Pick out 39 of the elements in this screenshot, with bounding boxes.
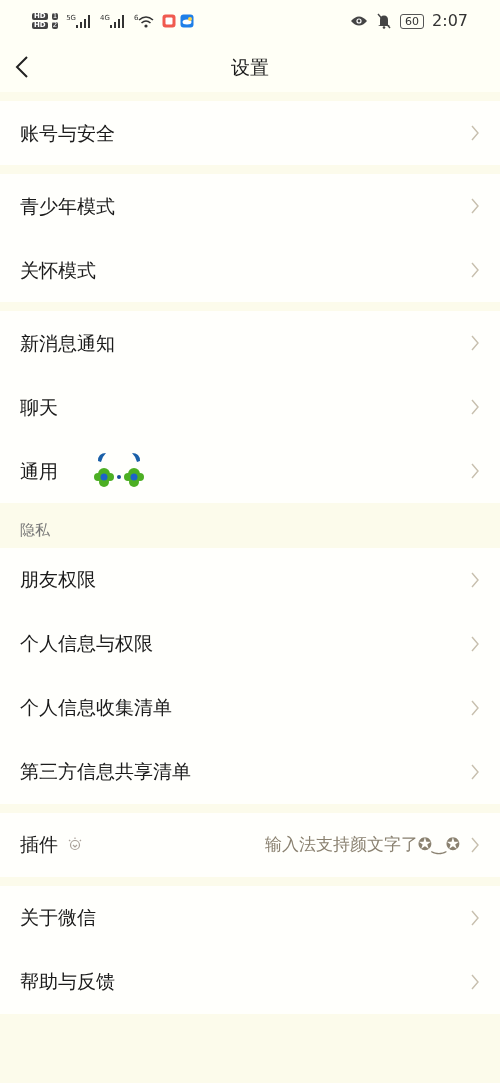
signal-icon	[76, 14, 93, 28]
battery-level: 60	[400, 13, 425, 29]
back-button[interactable]	[14, 55, 30, 79]
settings-row[interactable]: 朋友权限	[0, 547, 500, 612]
app-icon	[162, 14, 177, 28]
chevron-right-icon	[470, 334, 480, 352]
settings-row[interactable]: 账号与安全	[0, 101, 500, 165]
settings-row[interactable]: 新消息通知	[0, 311, 500, 375]
settings-row[interactable]: 聊天	[0, 375, 500, 439]
settings-row[interactable]: 通用	[0, 439, 500, 503]
chevron-right-icon	[470, 908, 480, 927]
page-title: 设置	[231, 54, 269, 80]
chevron-right-icon	[470, 462, 480, 480]
settings-row[interactable]: 帮助与反馈	[0, 949, 500, 1014]
eye-icon	[350, 15, 369, 27]
chevron-right-icon	[470, 261, 480, 279]
clock: 2:07	[432, 10, 468, 32]
settings-row[interactable]: 关于微信	[0, 885, 500, 950]
chevron-right-icon	[470, 634, 480, 653]
settings-row[interactable]: 个人信息与权限	[0, 611, 500, 676]
settings-row[interactable]: 关怀模式	[0, 238, 500, 302]
settings-row[interactable]: 第三方信息共享清单	[0, 739, 500, 804]
settings-row[interactable]: 插件 输入法支持颜文字了✪‿✪	[0, 812, 500, 877]
wifi-icon	[138, 14, 155, 28]
chevron-right-icon	[470, 124, 480, 142]
section-header: 隐私	[19, 520, 51, 541]
chevron-right-icon	[470, 698, 480, 717]
chevron-right-icon	[470, 835, 480, 854]
signal-icon	[109, 14, 126, 28]
settings-row[interactable]: 个人信息收集清单	[0, 675, 500, 740]
settings-row[interactable]: 青少年模式	[0, 174, 500, 238]
chevron-right-icon	[470, 972, 480, 991]
muted-bell-icon	[376, 13, 393, 29]
chevron-right-icon	[470, 197, 480, 215]
chevron-right-icon	[470, 570, 480, 589]
chevron-right-icon	[470, 398, 480, 416]
chevron-right-icon	[470, 762, 480, 781]
hint-text: 输入法支持颜文字了✪‿✪	[264, 832, 460, 857]
weather-icon	[180, 14, 195, 28]
